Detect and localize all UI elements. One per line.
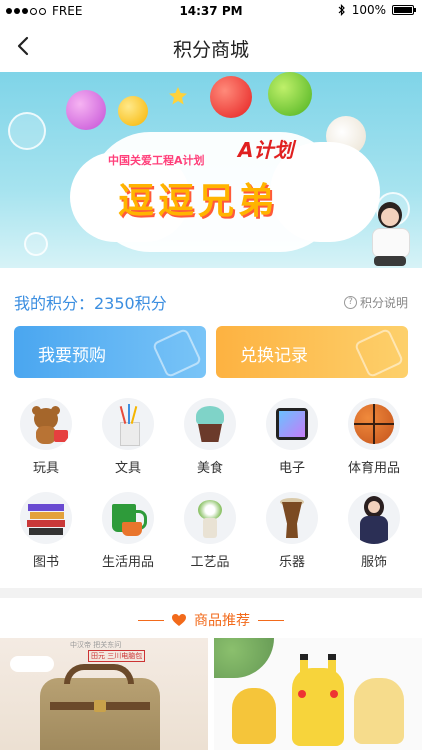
- cupcake-icon: [184, 398, 236, 450]
- category-label: 工艺品: [190, 555, 230, 570]
- meowth-figure: [354, 678, 404, 744]
- category-sports[interactable]: 体育用品: [334, 398, 414, 476]
- basketball-icon: [348, 398, 400, 450]
- pikachu-figure: [292, 654, 344, 746]
- banner-character-pink: [66, 90, 106, 130]
- category-food[interactable]: 美食: [170, 398, 250, 476]
- bluetooth-icon: [338, 4, 345, 16]
- status-bar: FREE 14:37 PM 100%: [0, 0, 422, 22]
- category-crafts[interactable]: 工艺品: [170, 492, 250, 570]
- category-label: 服饰: [360, 555, 387, 570]
- points-help-label: 积分说明: [359, 296, 408, 310]
- banner-logo: A计划: [238, 138, 294, 162]
- exchange-history-button[interactable]: 兑换记录: [216, 326, 408, 378]
- category-clothing[interactable]: 服饰: [334, 492, 414, 570]
- exchange-label: 兑换记录: [240, 346, 308, 366]
- leaf-decor: [214, 638, 274, 678]
- fashion-model-icon: [348, 492, 400, 544]
- mug-icon: [102, 492, 154, 544]
- category-label: 玩具: [32, 461, 59, 476]
- recommend-header: 商品推荐: [0, 610, 422, 630]
- banner-character-red: [210, 76, 252, 118]
- question-icon: ?: [343, 296, 357, 309]
- bag-icon: [151, 327, 203, 378]
- product-tag: 田元 三川电脑包: [88, 650, 146, 662]
- banner-headline: 逗逗兄弟: [118, 181, 279, 222]
- divider-line: [138, 619, 164, 621]
- pencil-cup-icon: [102, 398, 154, 450]
- my-points: 我的积分：2350积分: [14, 294, 167, 313]
- points-help-link[interactable]: ? 积分说明: [343, 294, 408, 311]
- divider-line: [258, 619, 284, 621]
- category-books[interactable]: 图书: [6, 492, 86, 570]
- teddy-bear-icon: [20, 398, 72, 450]
- category-label: 文具: [114, 461, 141, 476]
- recommend-title: 商品推荐: [194, 613, 250, 629]
- category-daily-goods[interactable]: 生活用品: [88, 492, 168, 570]
- backpack-image: [40, 664, 160, 750]
- category-label: 生活用品: [101, 555, 154, 570]
- heart-icon: [172, 613, 186, 626]
- product-card-pokemon-blocks[interactable]: [214, 638, 422, 750]
- category-label: 美食: [196, 461, 223, 476]
- category-instruments[interactable]: 乐器: [252, 492, 332, 570]
- battery-icon: [392, 5, 416, 15]
- banner-child-photo: [364, 202, 414, 268]
- product-card-bag[interactable]: 中汉帝 把关东问 田元 三川电脑包: [0, 638, 208, 750]
- category-label: 乐器: [278, 555, 305, 570]
- recommend-section: 商品推荐 中汉帝 把关东问 田元 三川电脑包: [0, 598, 422, 750]
- page-title: 积分商城: [172, 39, 249, 61]
- category-toy[interactable]: 玩具: [6, 398, 86, 476]
- preorder-label: 我要预购: [38, 346, 106, 366]
- category-stationery[interactable]: 文具: [88, 398, 168, 476]
- banner-subtitle: 中国关爱工程A计划: [108, 154, 205, 167]
- preorder-button[interactable]: 我要预购: [14, 326, 206, 378]
- nav-bar: 积分商城: [0, 22, 422, 72]
- book-stack-icon: [20, 492, 72, 544]
- star-icon: [169, 87, 187, 105]
- cloud-decor: [10, 656, 54, 672]
- category-electronics[interactable]: 电子: [252, 398, 332, 476]
- category-label: 体育用品: [347, 461, 400, 476]
- promo-banner[interactable]: 中国关爱工程A计划 A计划 逗逗兄弟: [0, 72, 422, 268]
- category-label: 电子: [278, 461, 305, 476]
- battery-percent: 100%: [351, 3, 386, 17]
- document-icon: [353, 327, 405, 378]
- drum-icon: [266, 492, 318, 544]
- product-caption: 中汉帝 把关东问: [70, 641, 122, 649]
- category-label: 图书: [32, 555, 59, 570]
- banner-character-green: [268, 72, 312, 116]
- smartphone-icon: [266, 398, 318, 450]
- banner-character-yellow: [118, 96, 148, 126]
- points-section: 我的积分：2350积分 ? 积分说明 我要预购 兑换记录 玩具 文具 美食 电子…: [0, 268, 422, 588]
- psyduck-figure: [232, 688, 276, 744]
- flower-vase-icon: [184, 492, 236, 544]
- status-right: 100%: [338, 3, 416, 17]
